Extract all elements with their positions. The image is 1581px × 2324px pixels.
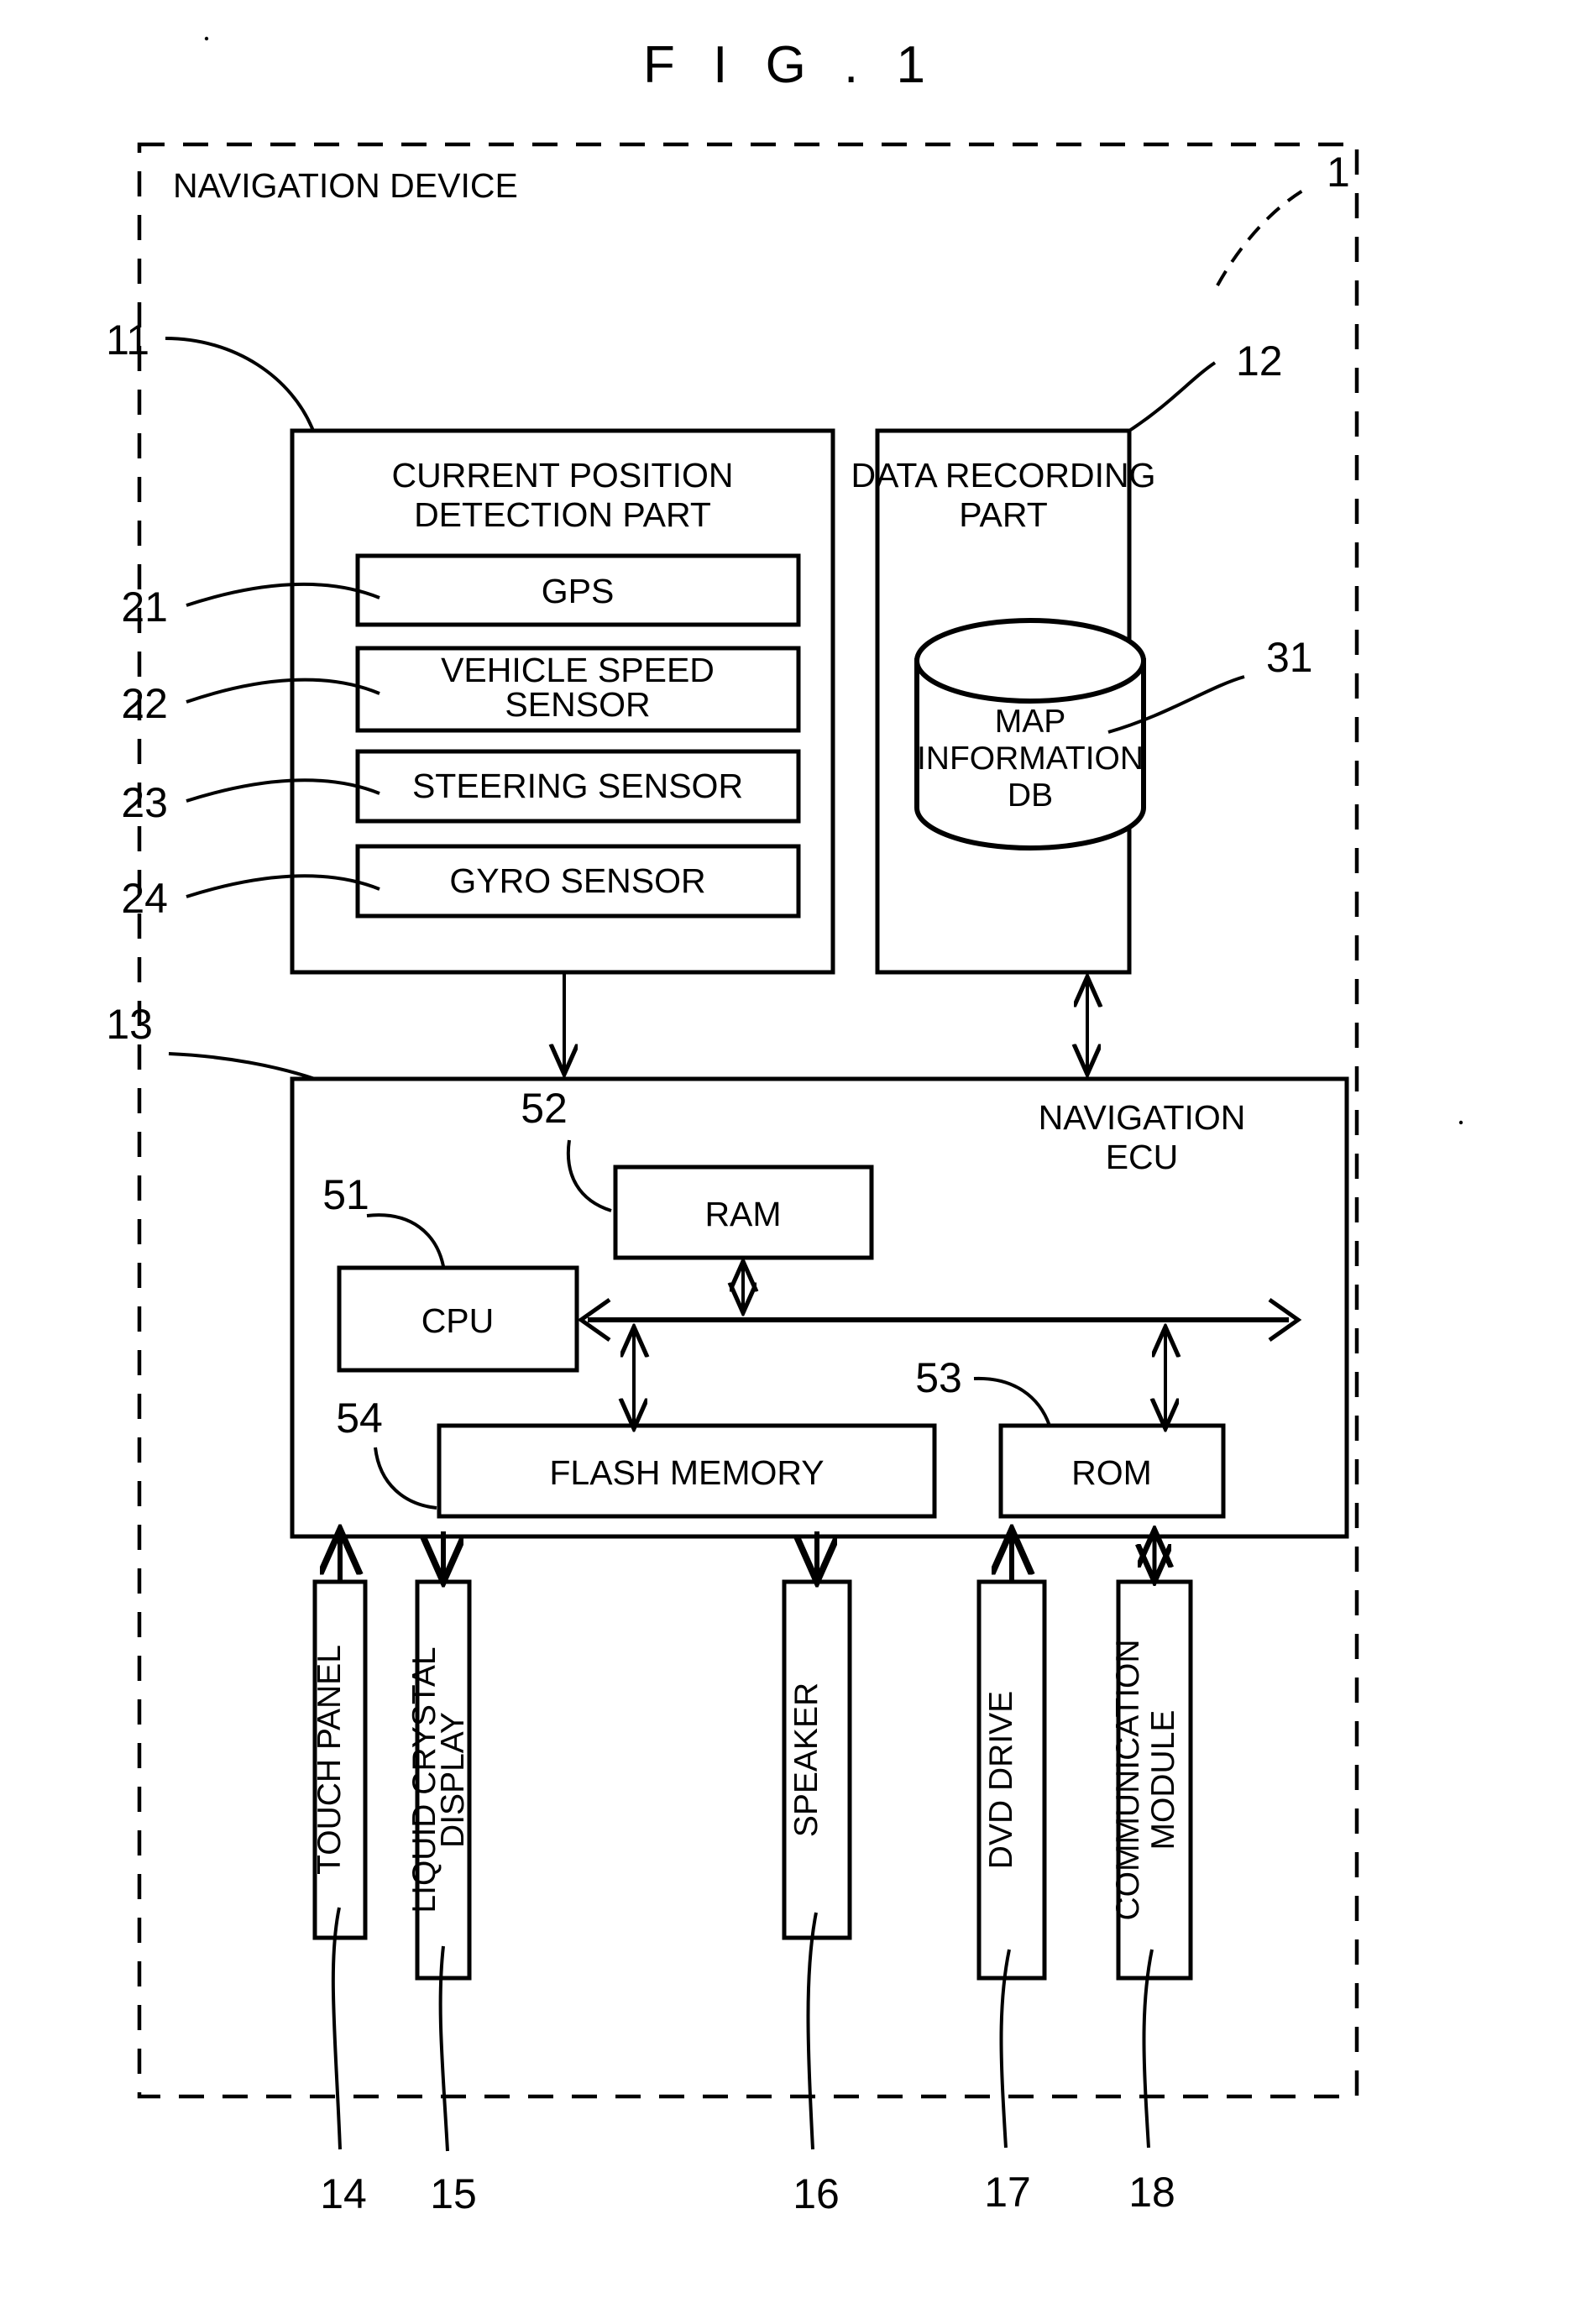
data-recording-part-title-line2: PART bbox=[959, 495, 1048, 534]
touch-panel-label: TOUCH PANEL bbox=[311, 1645, 348, 1875]
ref-number-18: 18 bbox=[1128, 2169, 1175, 2216]
ref-number-23: 23 bbox=[121, 779, 168, 826]
rom-label: ROM bbox=[1071, 1453, 1152, 1492]
vehicle-speed-sensor-label-line2: SENSOR bbox=[505, 685, 650, 724]
liquid-crystal-display-label-line2: DISPLAY bbox=[435, 1712, 471, 1848]
flash-memory-label: FLASH MEMORY bbox=[549, 1453, 824, 1492]
map-information-db-line1: MAP bbox=[995, 704, 1066, 740]
patent-figure-page: F I G . 1 1 CURRENT POSITION DETECTION P… bbox=[0, 0, 1581, 2324]
scan-speck-2 bbox=[1458, 1120, 1463, 1125]
data-recording-part-title-line1: DATA RECORDING bbox=[851, 456, 1156, 495]
vehicle-speed-sensor-label-line1: VEHICLE SPEED bbox=[441, 651, 715, 689]
leader-line-outer-ref bbox=[1216, 185, 1311, 286]
map-information-db-line3: DB bbox=[1008, 777, 1053, 814]
steering-sensor-label: STEERING SENSOR bbox=[412, 767, 743, 805]
leader-line-ref-14 bbox=[331, 1907, 342, 2150]
figure-canvas: F I G . 1 1 CURRENT POSITION DETECTION P… bbox=[106, 36, 1463, 2217]
ref-number-12: 12 bbox=[1236, 338, 1283, 385]
navigation-ecu-title-line2: ECU bbox=[1106, 1138, 1179, 1176]
ref-number-52: 52 bbox=[521, 1085, 568, 1132]
dvd-drive-label: DVD DRIVE bbox=[983, 1691, 1019, 1869]
ref-number-54: 54 bbox=[336, 1395, 383, 1442]
leader-line-ref-16 bbox=[806, 1912, 818, 2150]
scan-speck bbox=[204, 36, 209, 41]
ref-number-21: 21 bbox=[121, 584, 168, 631]
ref-number-1: 1 bbox=[1327, 149, 1350, 196]
speaker-label: SPEAKER bbox=[788, 1683, 825, 1837]
ref-number-17: 17 bbox=[984, 2169, 1031, 2216]
ref-number-51: 51 bbox=[322, 1171, 369, 1218]
communication-module-label-line1: COMMUNICATION bbox=[1110, 1639, 1146, 1920]
navigation-ecu-title-line1: NAVIGATION bbox=[1039, 1098, 1246, 1137]
map-information-db-line2: INFORMATION bbox=[917, 741, 1144, 777]
current-position-detection-part-title-line1: CURRENT POSITION bbox=[392, 456, 734, 495]
ref-number-24: 24 bbox=[121, 875, 168, 922]
navigation-device-label: NAVIGATION DEVICE bbox=[173, 166, 518, 205]
gyro-sensor-label: GYRO SENSOR bbox=[449, 861, 705, 900]
leader-line-ref-11 bbox=[165, 337, 315, 432]
ref-number-15: 15 bbox=[430, 2170, 477, 2217]
communication-module-label-line2: MODULE bbox=[1145, 1710, 1181, 1850]
ref-number-11: 11 bbox=[106, 317, 149, 364]
cpu-label: CPU bbox=[421, 1301, 495, 1340]
gps-label: GPS bbox=[542, 572, 615, 610]
leader-line-ref-13 bbox=[168, 1052, 316, 1081]
figure-title: F I G . 1 bbox=[643, 36, 937, 94]
ref-number-31: 31 bbox=[1266, 634, 1313, 681]
ram-label: RAM bbox=[704, 1195, 781, 1233]
ref-number-22: 22 bbox=[121, 680, 168, 727]
ref-number-16: 16 bbox=[793, 2170, 840, 2217]
current-position-detection-part-title-line2: DETECTION PART bbox=[414, 495, 711, 534]
ref-number-13: 13 bbox=[106, 1001, 153, 1048]
leader-line-ref-12 bbox=[1128, 361, 1217, 432]
ref-number-14: 14 bbox=[320, 2170, 367, 2217]
ref-number-53: 53 bbox=[915, 1354, 962, 1401]
